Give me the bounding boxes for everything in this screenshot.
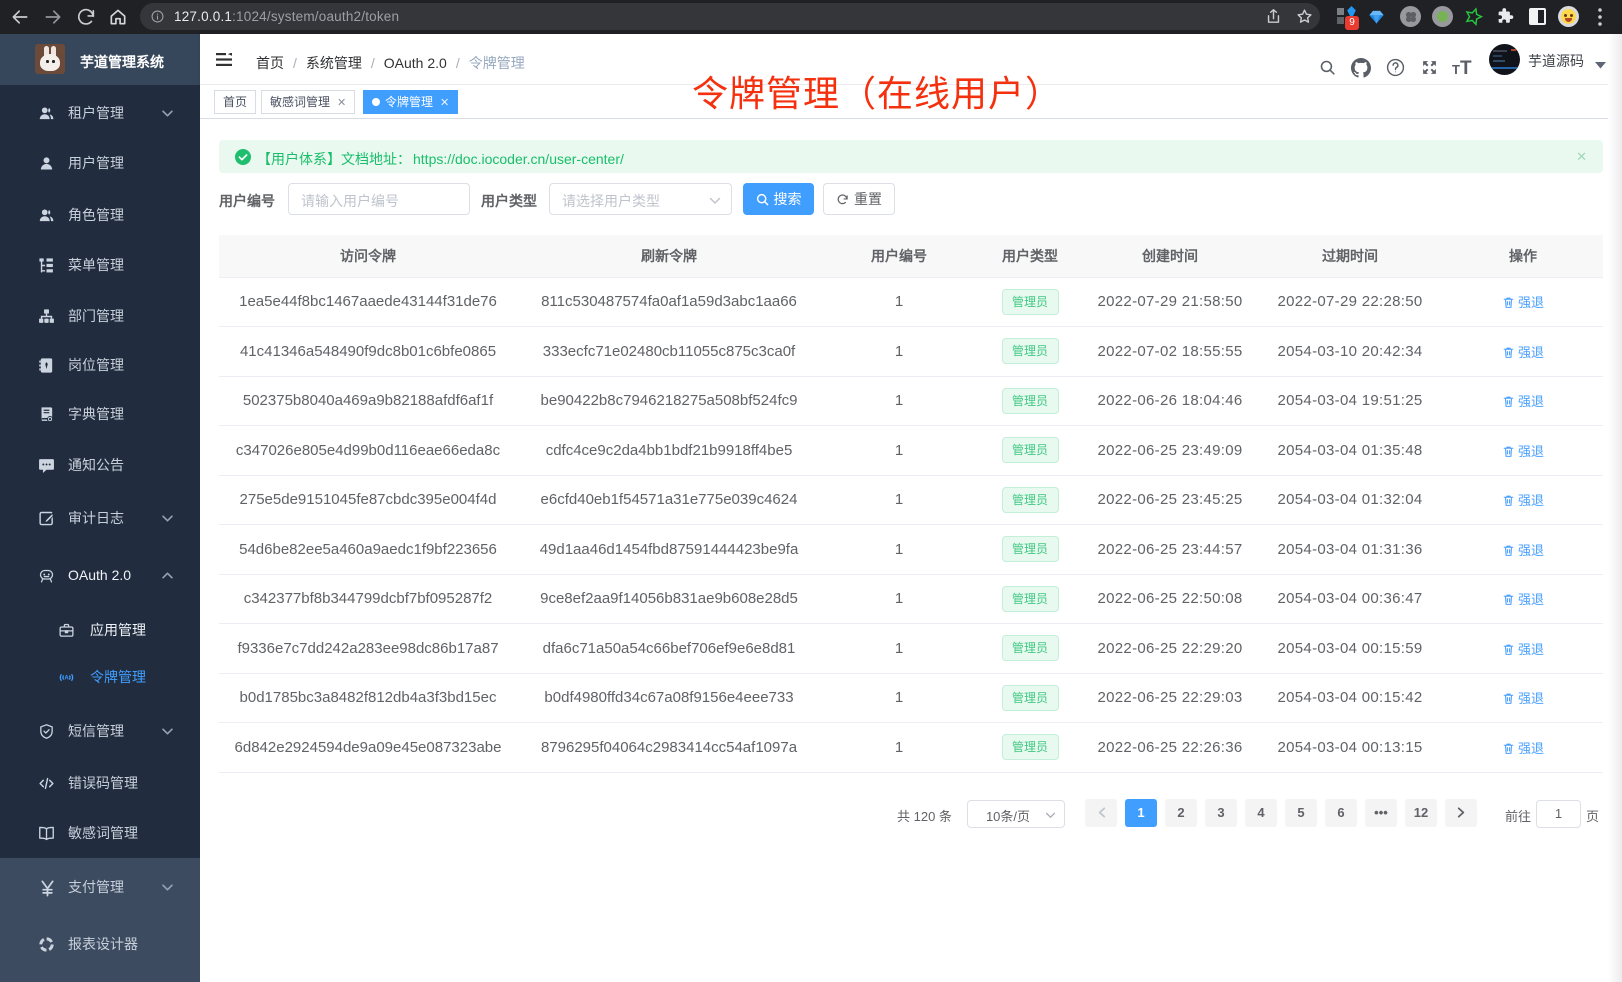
svg-text:A: A xyxy=(64,676,69,682)
